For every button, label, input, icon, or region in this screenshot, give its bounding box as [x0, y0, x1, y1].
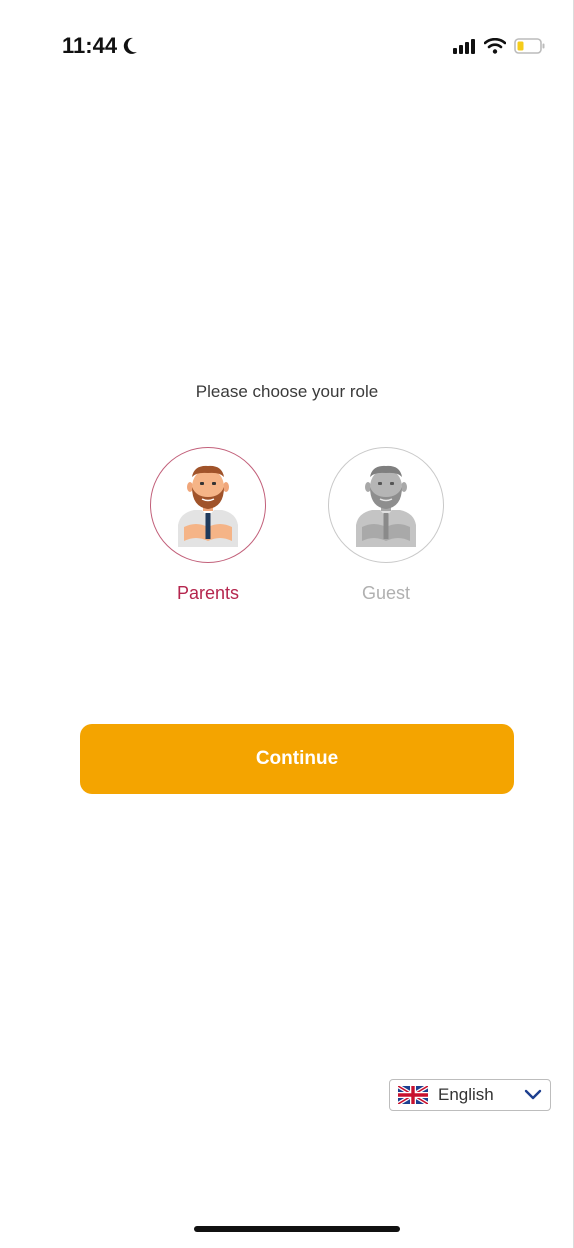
- home-indicator[interactable]: [194, 1226, 400, 1232]
- wifi-icon: [484, 38, 506, 54]
- role-label-parents: Parents: [176, 583, 240, 603]
- role-option-guest[interactable]: Guest: [326, 447, 446, 604]
- avatar-circle-guest[interactable]: [328, 447, 444, 563]
- uk-flag-icon: [398, 1086, 428, 1104]
- role-option-parents[interactable]: Parents: [148, 447, 268, 604]
- status-time-group: 11:44: [62, 33, 138, 59]
- language-label: English: [438, 1085, 494, 1104]
- battery-low-icon: [514, 38, 545, 54]
- role-prompt: Please choose your role: [195, 382, 379, 401]
- chevron-down-icon[interactable]: [524, 1089, 542, 1101]
- moon-icon: [123, 37, 138, 54]
- cellular-signal-icon: [453, 39, 475, 54]
- status-bar: 11:44: [62, 30, 546, 62]
- avatar-circle-parents[interactable]: [150, 447, 266, 563]
- parent-avatar-icon: [178, 465, 238, 547]
- role-label-guest: Guest: [361, 583, 411, 603]
- status-icons: [452, 38, 546, 54]
- continue-button[interactable]: Continue: [80, 724, 514, 794]
- status-time: 11:44: [62, 33, 118, 58]
- guest-avatar-icon: [356, 465, 416, 547]
- language-selector[interactable]: English: [389, 1079, 551, 1111]
